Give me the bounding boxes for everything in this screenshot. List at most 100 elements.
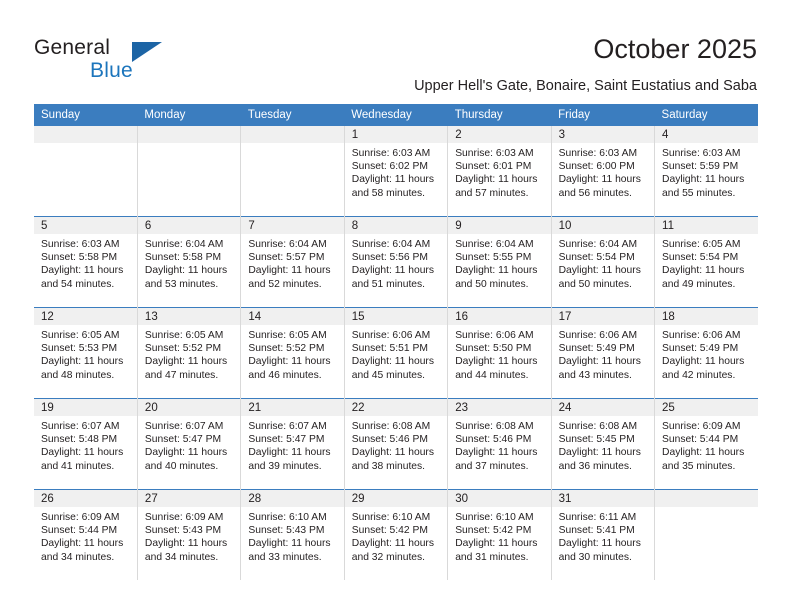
sunrise-text: Sunrise: 6:11 AM (558, 512, 637, 523)
calendar-day-cell[interactable]: 9 Sunrise: 6:04 AM Sunset: 5:55 PM Daylight… (447, 216, 552, 308)
sunset-text: Sunset: 5:42 PM (351, 525, 428, 537)
sunrise-text: Sunrise: 6:09 AM (144, 512, 224, 523)
day-sun-info: Sunrise: 6:06 AM Sunset: 5:50 PM Daylight:… (448, 325, 550, 382)
calendar-day-cell[interactable]: 15 Sunrise: 6:06 AM Sunset: 5:51 PM Dayligh… (344, 307, 449, 399)
calendar-day-cell[interactable]: 10 Sunrise: 6:04 AM Sunset: 5:54 PM Dayligh… (551, 216, 656, 308)
day-sun-info: Sunrise: 6:08 AM Sunset: 5:46 PM Daylight:… (345, 416, 447, 473)
calendar-day-cell[interactable]: 26 Sunrise: 6:09 AM Sunset: 5:44 PM Dayligh… (34, 489, 138, 580)
sunset-text: Sunset: 5:47 PM (248, 434, 325, 446)
day-number (655, 490, 758, 507)
day-number: 15 (344, 308, 448, 325)
sunrise-text: Sunrise: 6:03 AM (351, 148, 431, 159)
calendar-day-cell[interactable]: 31 Sunrise: 6:11 AM Sunset: 5:41 PM Dayligh… (551, 489, 656, 580)
sunrise-text: Sunrise: 6:10 AM (351, 512, 431, 523)
day-number: 5 (34, 217, 137, 234)
calendar-week-row: 26 Sunrise: 6:09 AM Sunset: 5:44 PM Dayligh… (34, 489, 758, 580)
weekday-header-wednesday: Wednesday (344, 104, 448, 126)
sunrise-text: Sunrise: 6:03 AM (41, 239, 120, 250)
daylight-text: Daylight: 11 hours and 48 minutes. (41, 356, 124, 381)
sunset-text: Sunset: 5:43 PM (248, 525, 325, 537)
sunset-text: Sunset: 5:43 PM (144, 525, 222, 537)
daylight-text: Daylight: 11 hours and 39 minutes. (248, 447, 331, 472)
page-header: General Blue October 2025 Upper Hell's G… (0, 0, 792, 104)
calendar-day-cell[interactable]: 14 Sunrise: 6:05 AM Sunset: 5:52 PM Dayligh… (240, 307, 345, 399)
sunrise-text: Sunrise: 6:05 AM (662, 239, 741, 250)
sunrise-text: Sunrise: 6:06 AM (455, 330, 534, 341)
calendar-day-cell[interactable]: 30 Sunrise: 6:10 AM Sunset: 5:42 PM Dayligh… (447, 489, 552, 580)
calendar-day-cell[interactable]: 12 Sunrise: 6:05 AM Sunset: 5:53 PM Dayligh… (34, 307, 138, 399)
daylight-text: Daylight: 11 hours and 45 minutes. (351, 356, 434, 381)
sunset-text: Sunset: 5:54 PM (662, 252, 739, 264)
day-number: 12 (34, 308, 137, 325)
day-number: 13 (137, 308, 241, 325)
daylight-text: Daylight: 11 hours and 50 minutes. (455, 265, 538, 290)
calendar-day-cell[interactable]: 17 Sunrise: 6:06 AM Sunset: 5:49 PM Dayligh… (551, 307, 656, 399)
calendar-day-cell[interactable]: 25 Sunrise: 6:09 AM Sunset: 5:44 PM Dayligh… (654, 398, 758, 490)
sunset-text: Sunset: 5:53 PM (41, 343, 118, 355)
calendar-day-cell[interactable]: 4 Sunrise: 6:03 AM Sunset: 5:59 PM Daylight… (654, 126, 758, 217)
day-number: 19 (34, 399, 137, 416)
weekday-header-thursday: Thursday (447, 104, 552, 126)
day-sun-info: Sunrise: 6:06 AM Sunset: 5:49 PM Daylight:… (655, 325, 758, 382)
calendar-day-cell[interactable]: 6 Sunrise: 6:04 AM Sunset: 5:58 PM Daylight… (137, 216, 242, 308)
sunset-text: Sunset: 5:45 PM (558, 434, 635, 446)
sunset-text: Sunset: 5:57 PM (248, 252, 325, 264)
daylight-text: Daylight: 11 hours and 36 minutes. (558, 447, 641, 472)
day-number: 31 (551, 490, 655, 507)
calendar-day-cell[interactable]: 19 Sunrise: 6:07 AM Sunset: 5:48 PM Dayligh… (34, 398, 138, 490)
day-number: 29 (344, 490, 448, 507)
sunset-text: Sunset: 6:00 PM (558, 161, 635, 173)
day-number: 4 (655, 126, 758, 143)
calendar-day-cell[interactable]: 21 Sunrise: 6:07 AM Sunset: 5:47 PM Dayligh… (240, 398, 345, 490)
calendar-day-cell[interactable]: 24 Sunrise: 6:08 AM Sunset: 5:45 PM Dayligh… (551, 398, 656, 490)
day-number: 11 (655, 217, 758, 234)
day-sun-info: Sunrise: 6:06 AM Sunset: 5:51 PM Daylight:… (345, 325, 447, 382)
sunrise-text: Sunrise: 6:06 AM (558, 330, 638, 341)
daylight-text: Daylight: 11 hours and 37 minutes. (455, 447, 538, 472)
day-number: 8 (344, 217, 448, 234)
daylight-text: Daylight: 11 hours and 30 minutes. (558, 538, 641, 563)
calendar-day-cell[interactable]: 1 Sunrise: 6:03 AM Sunset: 6:02 PM Daylight… (344, 126, 449, 217)
calendar-day-cell[interactable]: 5 Sunrise: 6:03 AM Sunset: 5:58 PM Daylight… (34, 216, 138, 308)
calendar-day-cell[interactable]: 18 Sunrise: 6:06 AM Sunset: 5:49 PM Dayligh… (654, 307, 758, 399)
sunrise-text: Sunrise: 6:04 AM (144, 239, 224, 250)
day-sun-info: Sunrise: 6:09 AM Sunset: 5:44 PM Daylight:… (34, 507, 137, 564)
calendar-day-cell[interactable]: 27 Sunrise: 6:09 AM Sunset: 5:43 PM Dayligh… (137, 489, 242, 580)
brand-logo[interactable]: General Blue (34, 36, 214, 90)
day-sun-info: Sunrise: 6:07 AM Sunset: 5:48 PM Daylight:… (34, 416, 137, 473)
sunset-text: Sunset: 5:41 PM (558, 525, 635, 537)
calendar-day-cell-empty (240, 126, 345, 217)
daylight-text: Daylight: 11 hours and 32 minutes. (351, 538, 434, 563)
calendar-day-cell[interactable]: 13 Sunrise: 6:05 AM Sunset: 5:52 PM Dayligh… (137, 307, 242, 399)
calendar-week-row: 1 Sunrise: 6:03 AM Sunset: 6:02 PM Daylight… (34, 126, 758, 217)
calendar-day-cell[interactable]: 16 Sunrise: 6:06 AM Sunset: 5:50 PM Dayligh… (447, 307, 552, 399)
sunrise-text: Sunrise: 6:10 AM (248, 512, 327, 523)
daylight-text: Daylight: 11 hours and 52 minutes. (248, 265, 331, 290)
sunset-text: Sunset: 5:50 PM (455, 343, 532, 355)
day-number: 1 (344, 126, 448, 143)
daylight-text: Daylight: 11 hours and 35 minutes. (662, 447, 745, 472)
sunrise-text: Sunrise: 6:05 AM (41, 330, 120, 341)
daylight-text: Daylight: 11 hours and 56 minutes. (558, 174, 641, 199)
calendar-day-cell[interactable]: 3 Sunrise: 6:03 AM Sunset: 6:00 PM Daylight… (551, 126, 656, 217)
day-sun-info: Sunrise: 6:04 AM Sunset: 5:58 PM Daylight:… (138, 234, 240, 291)
day-sun-info: Sunrise: 6:04 AM Sunset: 5:57 PM Daylight:… (241, 234, 343, 291)
calendar-day-cell[interactable]: 2 Sunrise: 6:03 AM Sunset: 6:01 PM Daylight… (447, 126, 552, 217)
sunrise-text: Sunrise: 6:07 AM (248, 421, 327, 432)
sunset-text: Sunset: 6:01 PM (455, 161, 532, 173)
sunrise-text: Sunrise: 6:05 AM (144, 330, 224, 341)
calendar-day-cell[interactable]: 23 Sunrise: 6:08 AM Sunset: 5:46 PM Dayligh… (447, 398, 552, 490)
day-sun-info: Sunrise: 6:03 AM Sunset: 6:01 PM Daylight:… (448, 143, 550, 200)
sunrise-text: Sunrise: 6:04 AM (455, 239, 534, 250)
calendar-day-cell[interactable]: 28 Sunrise: 6:10 AM Sunset: 5:43 PM Dayligh… (240, 489, 345, 580)
sunrise-text: Sunrise: 6:08 AM (558, 421, 638, 432)
day-sun-info: Sunrise: 6:05 AM Sunset: 5:52 PM Daylight:… (241, 325, 343, 382)
calendar-day-cell[interactable]: 22 Sunrise: 6:08 AM Sunset: 5:46 PM Dayligh… (344, 398, 449, 490)
calendar-day-cell[interactable]: 8 Sunrise: 6:04 AM Sunset: 5:56 PM Daylight… (344, 216, 449, 308)
calendar-day-cell[interactable]: 11 Sunrise: 6:05 AM Sunset: 5:54 PM Dayligh… (654, 216, 758, 308)
sunset-text: Sunset: 5:48 PM (41, 434, 118, 446)
sunrise-text: Sunrise: 6:03 AM (558, 148, 638, 159)
calendar-day-cell[interactable]: 7 Sunrise: 6:04 AM Sunset: 5:57 PM Daylight… (240, 216, 345, 308)
calendar-day-cell[interactable]: 29 Sunrise: 6:10 AM Sunset: 5:42 PM Dayligh… (344, 489, 449, 580)
calendar-day-cell[interactable]: 20 Sunrise: 6:07 AM Sunset: 5:47 PM Dayligh… (137, 398, 242, 490)
